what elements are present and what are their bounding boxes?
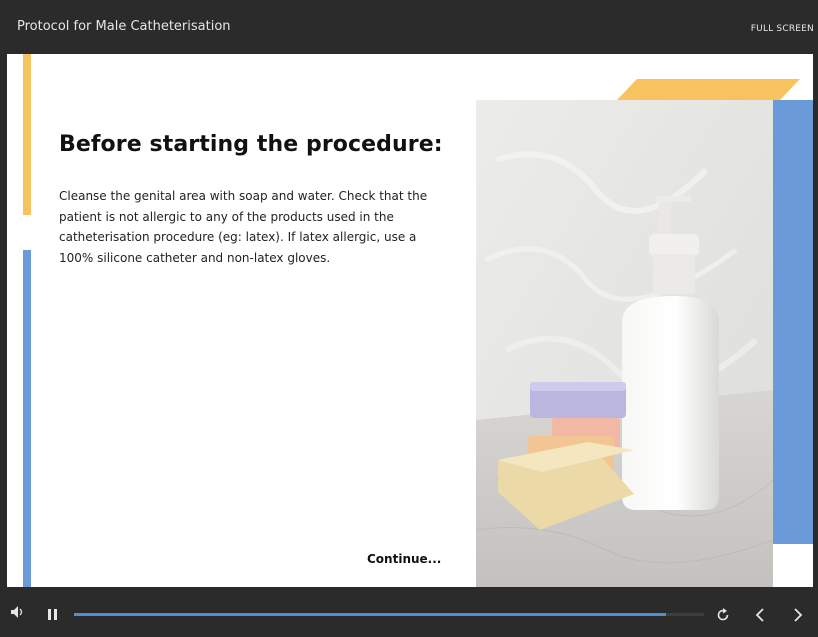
- slide-body-text: Cleanse the genital area with soap and w…: [59, 189, 428, 265]
- replay-icon[interactable]: [716, 608, 730, 622]
- continue-button[interactable]: Continue...: [367, 552, 441, 566]
- progress-fill: [74, 613, 667, 616]
- pause-icon[interactable]: [48, 609, 58, 621]
- slide-heading: Before starting the procedure:: [59, 132, 443, 157]
- previous-icon[interactable]: [754, 607, 766, 623]
- top-bar: Protocol for Male Catheterisation FULL S…: [0, 0, 818, 54]
- accent-stripe-yellow: [23, 54, 31, 215]
- next-icon[interactable]: [792, 607, 804, 623]
- fullscreen-button[interactable]: FULL SCREEN: [751, 24, 814, 34]
- slide-canvas: Before starting the procedure: Cleanse t…: [7, 54, 813, 587]
- accent-stripe-blue: [23, 250, 31, 587]
- progress-bar[interactable]: [74, 613, 704, 616]
- course-title: Protocol for Male Catheterisation: [17, 19, 231, 34]
- soap-bottle-photo: [476, 100, 773, 587]
- player-controls: [0, 587, 818, 637]
- volume-icon[interactable]: [11, 606, 25, 618]
- accent-bar-blue: [773, 100, 813, 544]
